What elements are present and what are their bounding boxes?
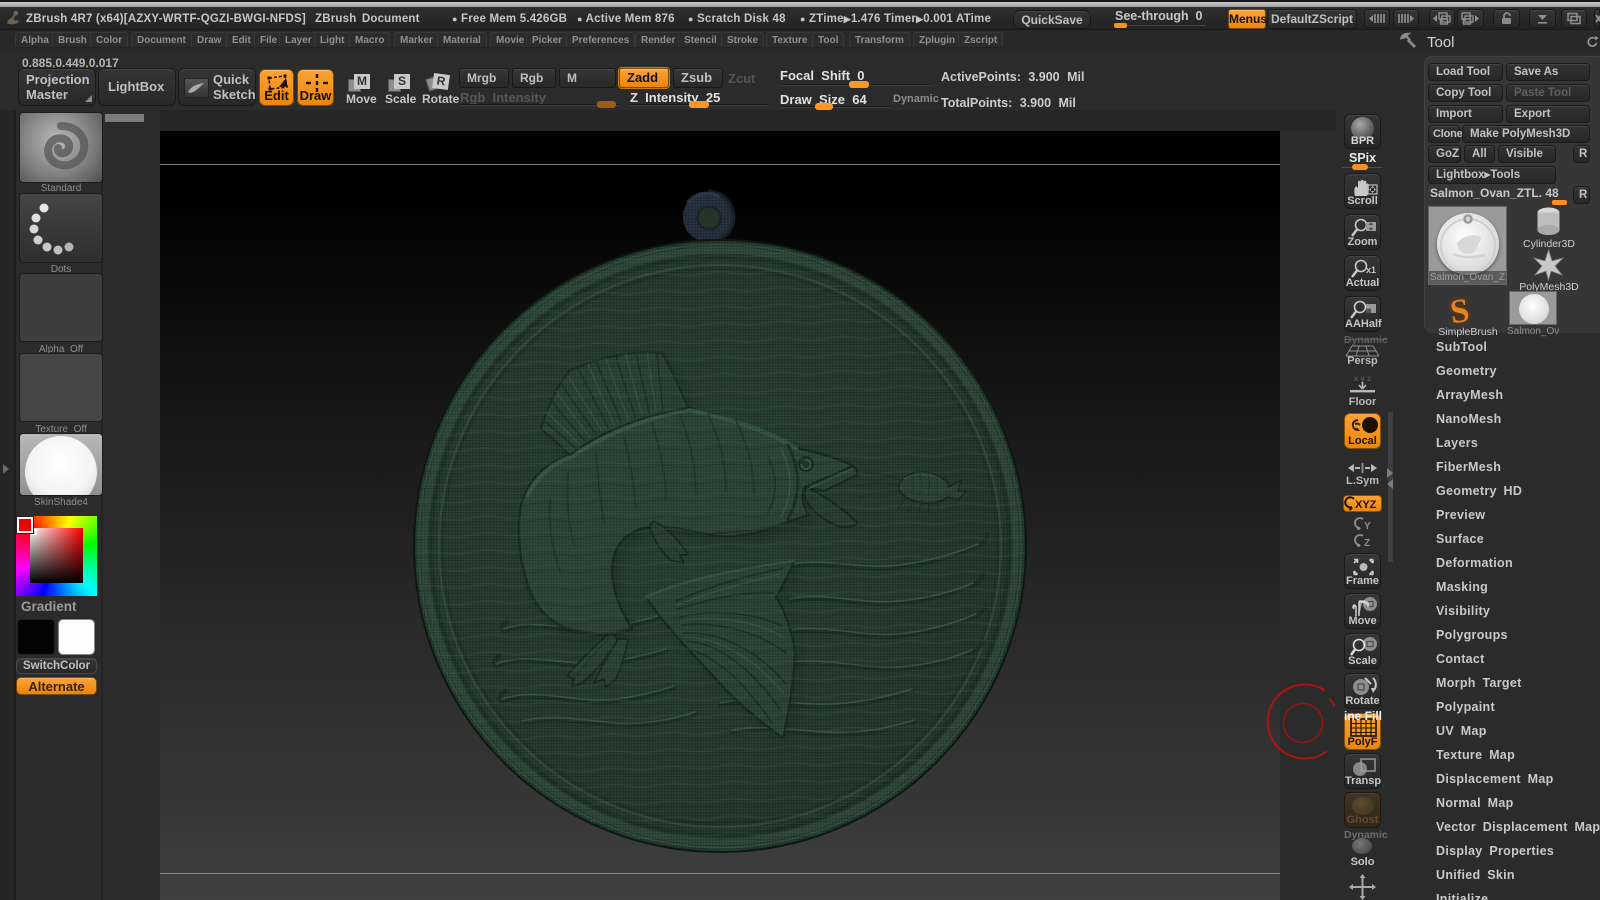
svg-text:Z: Z: [1364, 538, 1370, 547]
svg-text:Y: Y: [1364, 521, 1371, 530]
svg-text:XYZ: XYZ: [1355, 499, 1377, 511]
svg-text:x1: x1: [1366, 265, 1376, 275]
